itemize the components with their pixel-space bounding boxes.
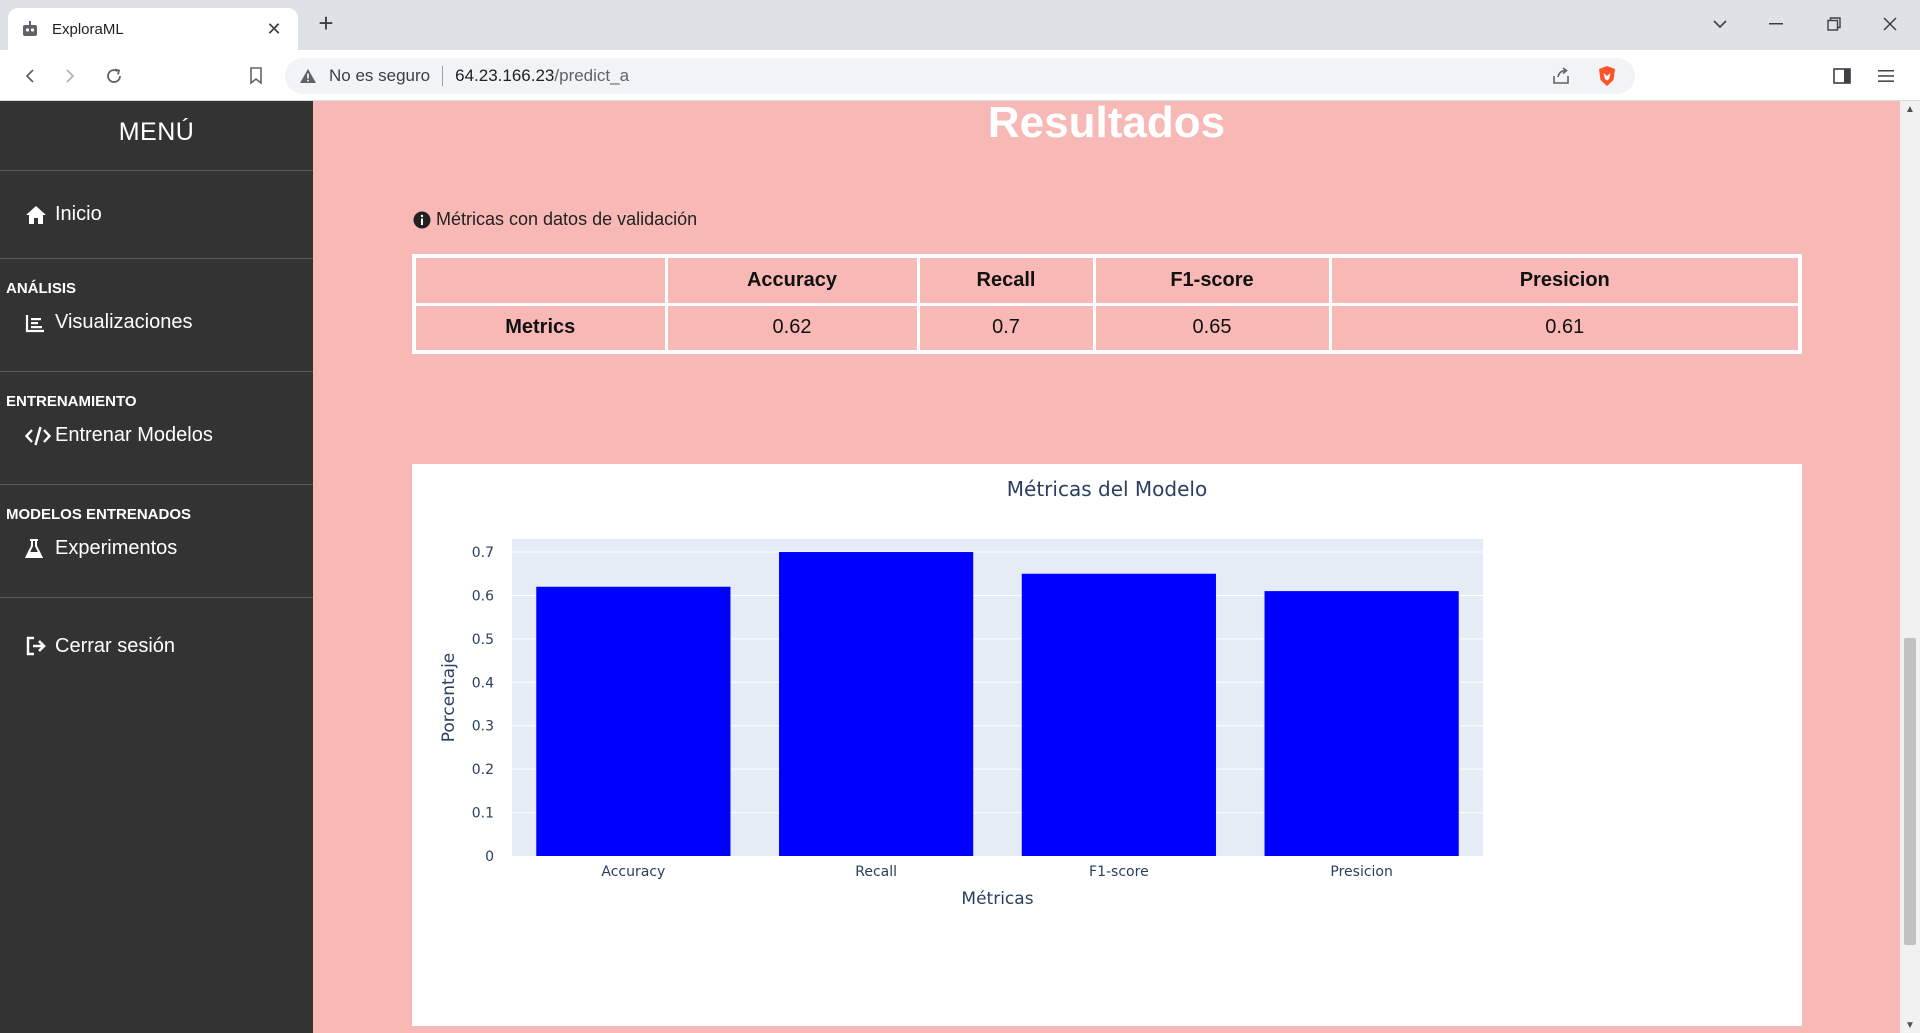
page-scrollbar[interactable]: ▲ ▼: [1900, 101, 1920, 1033]
browser-menu-icon[interactable]: [1872, 62, 1900, 90]
address-bar[interactable]: No es seguro 64.23.166.23 /predict_a: [285, 58, 1635, 94]
y-tick-label: 0.6: [472, 588, 494, 604]
browser-tabstrip: ExploraML ✕ +: [0, 0, 1920, 50]
table-cell: 0.62: [664, 302, 920, 354]
y-tick-label: 0: [485, 849, 494, 865]
table-cell: 0.7: [916, 302, 1096, 354]
browser-toolbar: No es seguro 64.23.166.23 /predict_a: [0, 50, 1920, 101]
section-heading: ENTRENAMIENTO: [6, 393, 137, 410]
minimize-icon[interactable]: [1762, 12, 1790, 36]
chart-bars-icon: [25, 311, 51, 335]
y-tick-label: 0.4: [472, 675, 494, 691]
logout-label: Cerrar sesión: [55, 634, 176, 657]
section-modelos-entrenados: MODELOS ENTRENADOS Experimentos: [0, 485, 313, 598]
scroll-thumb[interactable]: [1904, 638, 1916, 945]
scroll-down-arrow-icon[interactable]: ▼: [1904, 1019, 1916, 1031]
sign-out-icon: [25, 635, 51, 657]
y-tick-label: 0.2: [472, 762, 494, 778]
nav-item-inicio[interactable]: Inicio: [0, 171, 313, 259]
y-tick-label: 0.7: [472, 545, 494, 561]
bar-recall: [779, 552, 974, 856]
tab-title: ExploraML: [52, 20, 124, 38]
table-header-cell: Presicion: [1328, 254, 1802, 306]
reload-icon[interactable]: [100, 62, 128, 90]
bar-f1-score: [1021, 573, 1216, 856]
restore-icon[interactable]: [1820, 12, 1848, 36]
code-icon: [25, 424, 51, 448]
y-axis-title: Porcentaje: [439, 653, 459, 743]
y-tick-label: 0.1: [472, 806, 494, 822]
y-tick-label: 0.3: [472, 719, 494, 735]
table-header-cell: F1-score: [1092, 254, 1332, 306]
forward-arrow-icon[interactable]: [56, 62, 84, 90]
y-tick-label: 0.5: [472, 632, 494, 648]
browser-tab[interactable]: ExploraML ✕: [8, 8, 298, 50]
x-tick-label: F1-score: [1089, 864, 1149, 880]
nav-item-label: Entrenar Modelos: [55, 424, 213, 446]
table-cell: 0.61: [1328, 302, 1802, 354]
section-heading: ANÁLISIS: [6, 280, 77, 297]
main-content: Resultados Métricas con datos de validac…: [313, 101, 1900, 1033]
sidebar: MENÚ Inicio ANÁLISIS Visualizaciones ENT…: [0, 101, 313, 1033]
page-viewport: MENÚ Inicio ANÁLISIS Visualizaciones ENT…: [0, 101, 1920, 1033]
sidebar-toggle-icon[interactable]: [1828, 62, 1856, 90]
nav-item-label: Visualizaciones: [55, 311, 193, 333]
new-tab-button[interactable]: +: [312, 10, 340, 38]
info-text: Métricas con datos de validación: [436, 209, 698, 229]
info-line: Métricas con datos de validación: [413, 209, 697, 230]
table-header-cell: [412, 254, 668, 306]
x-tick-label: Accuracy: [601, 864, 665, 880]
table-header-cell: Recall: [916, 254, 1096, 306]
table-row: Metrics 0.62 0.7 0.65 0.61: [412, 302, 1802, 354]
home-icon: [25, 203, 51, 227]
page-title: Resultados: [987, 101, 1226, 147]
nav-item-experimentos[interactable]: Experimentos: [0, 525, 313, 597]
x-tick-label: Recall: [855, 864, 897, 880]
url-host: 64.23.166.23: [455, 66, 555, 85]
omnibox-separator: [442, 66, 444, 86]
logout-button[interactable]: Cerrar sesión: [0, 598, 313, 694]
nav-item-label: Experimentos: [55, 537, 178, 559]
url-path: /predict_a: [554, 66, 630, 85]
warning-triangle-icon[interactable]: [299, 67, 317, 85]
nav-item-visualizaciones[interactable]: Visualizaciones: [0, 299, 313, 371]
table-header-row: Accuracy Recall F1-score Presicion: [412, 254, 1802, 306]
bar-accuracy: [536, 586, 731, 856]
x-tick-label: Presicion: [1330, 864, 1392, 880]
brave-shield-icon[interactable]: [1595, 64, 1619, 88]
table-header-cell: Accuracy: [664, 254, 920, 306]
section-heading: MODELOS ENTRENADOS: [6, 506, 192, 523]
nav-item-label: Inicio: [55, 203, 102, 225]
chart-title: Métricas del Modelo: [1007, 477, 1207, 501]
bar-presicion: [1264, 591, 1459, 856]
scroll-up-arrow-icon[interactable]: ▲: [1904, 103, 1916, 115]
section-entrenamiento: ENTRENAMIENTO Entrenar Modelos: [0, 372, 313, 485]
security-label[interactable]: No es seguro: [329, 66, 430, 86]
nav-item-entrenar-modelos[interactable]: Entrenar Modelos: [0, 412, 313, 484]
table-cell: 0.65: [1092, 302, 1332, 354]
robot-favicon-icon: [20, 19, 40, 39]
flask-icon: [25, 537, 51, 561]
bar-chart: Métricas del Modelo 0 0.1 0.2 0.3 0.4 0.5 0.6 0.…: [439, 477, 1483, 909]
section-analisis: ANÁLISIS Visualizaciones: [0, 259, 313, 372]
tab-close-icon[interactable]: ✕: [262, 19, 286, 40]
tab-search-chevron-icon[interactable]: [1706, 12, 1734, 36]
bookmark-icon[interactable]: [242, 62, 270, 90]
table-row-label: Metrics: [412, 302, 668, 354]
close-window-icon[interactable]: [1876, 12, 1904, 36]
chart-card: Métricas del Modelo 0 0.1 0.2 0.3 0.4 0.5 0.6 0.…: [412, 464, 1802, 1026]
share-icon[interactable]: [1549, 64, 1573, 88]
metrics-table: Accuracy Recall F1-score Presicion Metri…: [412, 254, 1802, 354]
menu-title: MENÚ: [0, 101, 313, 171]
back-arrow-icon[interactable]: [16, 62, 44, 90]
x-axis-title: Métricas: [961, 889, 1033, 909]
info-circle-icon: [413, 211, 431, 229]
